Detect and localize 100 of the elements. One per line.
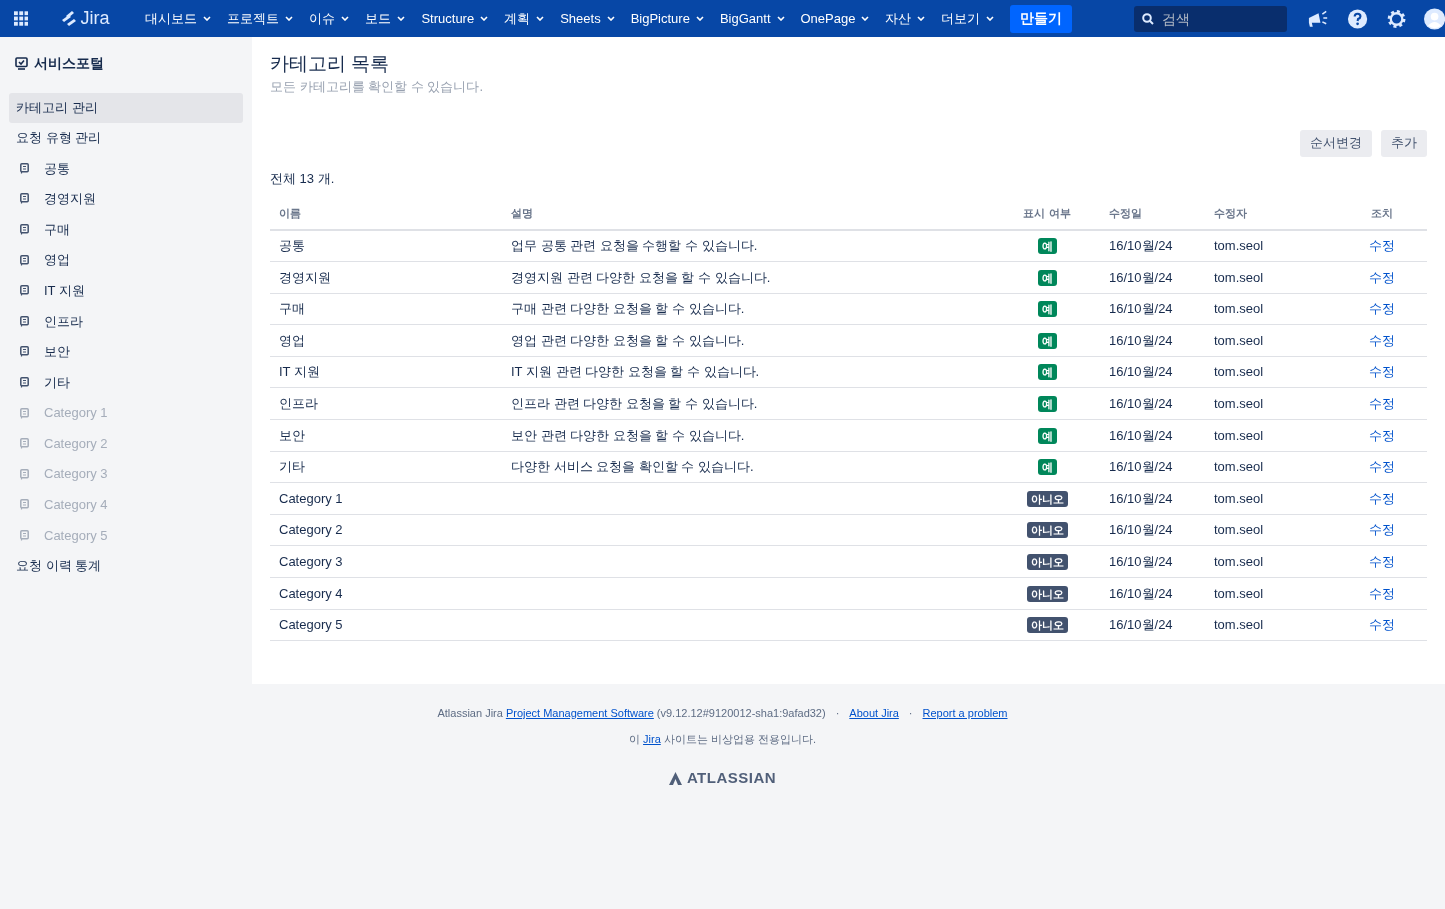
nav-menu[interactable]: 자산 xyxy=(885,8,926,29)
caret-icon xyxy=(397,16,406,21)
caret-icon xyxy=(695,16,704,21)
document-icon xyxy=(20,529,29,541)
edit-link[interactable]: 수정 xyxy=(1369,427,1395,443)
portal-icon xyxy=(15,57,28,70)
table-cell: 영업 관련 다양한 요청을 할 수 있습니다. xyxy=(511,332,745,348)
caret-icon xyxy=(203,16,212,21)
table-cell: 16/10월/24 xyxy=(1109,427,1173,443)
separator-dot: · xyxy=(835,706,840,721)
avatar-icon[interactable] xyxy=(1423,7,1445,30)
footer-text: 사이트는 비상업용 전용입니다. xyxy=(663,731,816,747)
edit-link[interactable]: 수정 xyxy=(1369,617,1395,633)
edit-link[interactable]: 수정 xyxy=(1369,332,1395,348)
footer-link[interactable]: Report a problem xyxy=(922,705,1008,722)
table-cell: 경영지원 관련 다양한 요청을 할 수 있습니다. xyxy=(511,269,771,285)
status-lozenge: 아니오 xyxy=(1026,490,1068,507)
sidebar-category[interactable]: 기타 xyxy=(9,367,243,398)
sidebar-title: 서비스포털 xyxy=(34,54,104,73)
atlassian-logo-text: ATLASSIAN xyxy=(686,768,777,788)
sidebar-category[interactable]: 인프라 xyxy=(9,305,243,337)
sidebar-item[interactable]: 카테고리 관리 xyxy=(9,93,243,123)
table-cell: tom.seol xyxy=(1214,396,1264,411)
table-cell: Category 3 xyxy=(279,554,343,569)
column-header: 수정일 xyxy=(1109,206,1142,219)
edit-link[interactable]: 수정 xyxy=(1369,522,1395,538)
table-cell: tom.seol xyxy=(1214,269,1264,285)
table-cell: 기타 xyxy=(279,459,305,475)
document-icon xyxy=(20,346,29,358)
toolbar-button[interactable]: 추가 xyxy=(1381,129,1427,157)
sidebar-category[interactable]: 보안 xyxy=(9,336,243,368)
nav-menu[interactable]: 프로젝트 xyxy=(227,8,294,29)
nav-menu[interactable]: Structure xyxy=(421,8,489,29)
table-cell: 공통 xyxy=(279,238,305,254)
column-header: 수정자 xyxy=(1214,206,1247,219)
footer-text: 이 xyxy=(629,731,641,747)
document-icon xyxy=(20,224,29,235)
table-cell: 16/10월/24 xyxy=(1109,617,1173,633)
help-icon[interactable] xyxy=(1346,7,1368,30)
column-header: 표시 여부 xyxy=(1023,206,1071,219)
toolbar-button[interactable]: 순서변경 xyxy=(1300,129,1372,157)
nav-menu[interactable]: 이슈 xyxy=(309,8,350,29)
caret-icon xyxy=(341,16,350,21)
search-field[interactable]: 검색 xyxy=(1134,5,1288,32)
nav-menu[interactable]: BigGantt xyxy=(719,8,785,29)
caret-icon xyxy=(776,16,785,21)
table-cell: 16/10월/24 xyxy=(1109,396,1173,411)
caret-icon xyxy=(536,16,545,21)
edit-link[interactable]: 수정 xyxy=(1369,554,1395,569)
nav-menu[interactable]: 대시보드 xyxy=(145,8,212,29)
edit-link[interactable]: 수정 xyxy=(1369,459,1395,475)
table-cell: tom.seol xyxy=(1214,617,1264,633)
caret-icon xyxy=(861,16,870,21)
footer-link[interactable]: Project Management Software xyxy=(505,705,654,722)
sidebar-category[interactable]: 구매 xyxy=(9,214,243,245)
table-cell: 다양한 서비스 요청을 확인할 수 있습니다. xyxy=(511,459,754,475)
settings-icon[interactable] xyxy=(1385,7,1407,30)
footer-link[interactable]: Jira xyxy=(643,730,661,747)
nav-menu[interactable]: 계획 xyxy=(504,8,545,29)
caret-icon xyxy=(986,16,995,21)
caret-icon xyxy=(917,16,926,21)
edit-link[interactable]: 수정 xyxy=(1369,269,1395,285)
jira-logo-text[interactable]: Jira xyxy=(80,5,110,32)
status-lozenge: 예 xyxy=(1037,238,1057,255)
table-cell: tom.seol xyxy=(1214,364,1264,380)
document-icon xyxy=(20,376,29,388)
edit-link[interactable]: 수정 xyxy=(1369,364,1395,380)
logo-icon xyxy=(60,10,79,27)
sidebar-category[interactable]: 공통 xyxy=(9,153,243,184)
edit-link[interactable]: 수정 xyxy=(1369,396,1395,411)
status-lozenge: 예 xyxy=(1037,332,1057,349)
table-cell: tom.seol xyxy=(1214,238,1264,254)
sidebar-item[interactable]: 요청 이력 통계 xyxy=(9,550,243,581)
create-button[interactable]: 만들기 xyxy=(1010,4,1073,33)
nav-menu[interactable]: 보드 xyxy=(365,8,406,29)
edit-link[interactable]: 수정 xyxy=(1369,585,1395,601)
megaphone-icon[interactable] xyxy=(1307,9,1329,28)
status-lozenge: 예 xyxy=(1037,269,1057,286)
table-cell: 16/10월/24 xyxy=(1109,332,1173,348)
edit-link[interactable]: 수정 xyxy=(1369,490,1395,506)
table-cell: Category 5 xyxy=(279,617,343,633)
document-icon xyxy=(20,407,29,419)
edit-link[interactable]: 수정 xyxy=(1369,238,1395,254)
sidebar-category[interactable]: 영업 xyxy=(9,244,243,276)
table-cell: 인프라 관련 다양한 요청을 할 수 있습니다. xyxy=(511,396,758,411)
sidebar-category[interactable]: 경영지원 xyxy=(9,183,243,215)
app-grid-icon[interactable] xyxy=(14,11,29,26)
nav-menu[interactable]: BigPicture xyxy=(630,8,704,29)
table-cell: 업무 공통 관련 요청을 수행할 수 있습니다. xyxy=(511,238,758,254)
table-cell: tom.seol xyxy=(1214,490,1264,506)
sidebar-category[interactable]: IT 지원 xyxy=(9,275,243,306)
document-icon xyxy=(20,254,29,266)
nav-menu[interactable]: 더보기 xyxy=(941,8,995,29)
sidebar-item[interactable]: 요청 유형 관리 xyxy=(9,123,243,153)
status-lozenge: 아니오 xyxy=(1026,617,1068,634)
column-header: 설명 xyxy=(511,206,533,219)
nav-menu[interactable]: Sheets xyxy=(560,8,615,29)
edit-link[interactable]: 수정 xyxy=(1369,301,1395,317)
nav-menu[interactable]: OnePage xyxy=(800,8,870,29)
footer-link[interactable]: About Jira xyxy=(849,705,899,722)
